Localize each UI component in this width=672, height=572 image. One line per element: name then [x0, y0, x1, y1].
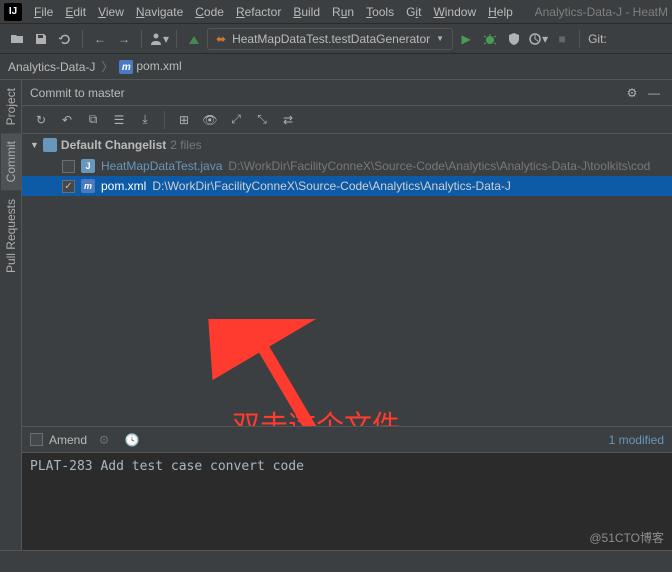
status-modified: 1 modified — [609, 433, 664, 447]
separator — [176, 30, 177, 48]
file-row[interactable]: J HeatMapDataTest.java D:\WorkDir\Facili… — [22, 156, 672, 176]
file-name: pom.xml — [101, 179, 146, 193]
java-file-icon: J — [81, 159, 95, 173]
xml-file-icon: m — [81, 179, 95, 193]
run-config-dropdown[interactable]: ⬌ HeatMapDataTest.testDataGenerator ▼ — [207, 28, 453, 50]
changelist-name: Default Changelist — [61, 138, 166, 152]
menu-help[interactable]: Help — [482, 2, 519, 22]
window-title: Analytics-Data-J - HeatM — [535, 5, 672, 19]
gear-icon[interactable]: ⚙ — [622, 83, 642, 103]
breadcrumb-project[interactable]: Analytics-Data-J — [8, 60, 95, 74]
sidebar-tab-commit[interactable]: Commit — [1, 133, 21, 190]
shelve-icon[interactable]: ⤓ — [134, 109, 156, 131]
chevron-down-icon: ▼ — [436, 34, 444, 43]
menu-window[interactable]: Window — [427, 2, 482, 22]
panel-title: Commit to master — [30, 86, 620, 100]
breadcrumb-separator: 〉 — [101, 58, 113, 75]
save-icon[interactable] — [30, 28, 52, 50]
collapse-icon[interactable]: ⤡ — [251, 109, 273, 131]
sidebar-tab-pull-requests[interactable]: Pull Requests — [1, 191, 21, 281]
menu-navigate[interactable]: Navigate — [130, 2, 189, 22]
menu-refactor[interactable]: Refactor — [230, 2, 287, 22]
separator — [141, 30, 142, 48]
breadcrumb-file[interactable]: mpom.xml — [119, 59, 181, 75]
expand-icon[interactable]: ⤢ — [225, 109, 247, 131]
changelist-header[interactable]: ▼ Default Changelist 2 files — [22, 134, 672, 156]
file-checkbox[interactable] — [62, 180, 75, 193]
minimize-icon[interactable]: — — [644, 83, 664, 103]
coverage-icon[interactable] — [503, 28, 525, 50]
build-icon[interactable] — [183, 28, 205, 50]
menu-build[interactable]: Build — [287, 2, 326, 22]
avatar-icon[interactable]: ▾ — [148, 28, 170, 50]
forward-icon[interactable]: → — [113, 28, 135, 50]
menu-edit[interactable]: Edit — [59, 2, 92, 22]
view-icon[interactable]: 👁 — [199, 109, 221, 131]
status-bar — [0, 550, 672, 572]
debug-icon[interactable] — [479, 28, 501, 50]
annotation-text: 双击这个文件 — [232, 404, 400, 426]
amend-label: Amend — [49, 433, 87, 447]
diff-icon[interactable]: ⧉ — [82, 109, 104, 131]
separator — [164, 111, 165, 129]
menu-run[interactable]: Run — [326, 2, 360, 22]
menu-file[interactable]: File — [28, 2, 59, 22]
app-icon: IJ — [4, 3, 22, 21]
history-icon[interactable]: 🕓 — [121, 429, 143, 451]
refresh-icon[interactable] — [54, 28, 76, 50]
run-config-label: HeatMapDataTest.testDataGenerator — [232, 32, 430, 46]
file-name: HeatMapDataTest.java — [101, 159, 222, 173]
filter-icon[interactable]: ⇄ — [277, 109, 299, 131]
menu-tools[interactable]: Tools — [360, 2, 400, 22]
file-path: D:\WorkDir\FacilityConneX\Source-Code\An… — [228, 159, 650, 173]
profile-icon[interactable]: ▾ — [527, 28, 549, 50]
gear-icon[interactable]: ⚙ — [93, 429, 115, 451]
annotation-arrow — [187, 319, 407, 426]
file-checkbox[interactable] — [62, 160, 75, 173]
file-path: D:\WorkDir\FacilityConneX\Source-Code\An… — [152, 179, 511, 193]
menu-code[interactable]: Code — [189, 2, 230, 22]
changelist-icon[interactable]: ☰ — [108, 109, 130, 131]
open-icon[interactable] — [6, 28, 28, 50]
amend-checkbox[interactable] — [30, 433, 43, 446]
menu-git[interactable]: Git — [400, 2, 427, 22]
back-icon[interactable]: ← — [89, 28, 111, 50]
sidebar-tab-project[interactable]: Project — [1, 80, 21, 133]
run-icon[interactable]: ▶ — [455, 28, 477, 50]
file-row[interactable]: m pom.xml D:\WorkDir\FacilityConneX\Sour… — [22, 176, 672, 196]
refresh-icon[interactable]: ↻ — [30, 109, 52, 131]
stop-icon[interactable]: ■ — [551, 28, 573, 50]
changelist-count: 2 files — [170, 138, 201, 152]
separator — [82, 30, 83, 48]
git-label: Git: — [586, 32, 607, 46]
rollback-icon[interactable]: ↶ — [56, 109, 78, 131]
separator — [579, 30, 580, 48]
changelist-icon — [43, 138, 57, 152]
chevron-down-icon: ▼ — [30, 140, 39, 150]
menu-view[interactable]: View — [92, 2, 130, 22]
group-icon[interactable]: ⊞ — [173, 109, 195, 131]
